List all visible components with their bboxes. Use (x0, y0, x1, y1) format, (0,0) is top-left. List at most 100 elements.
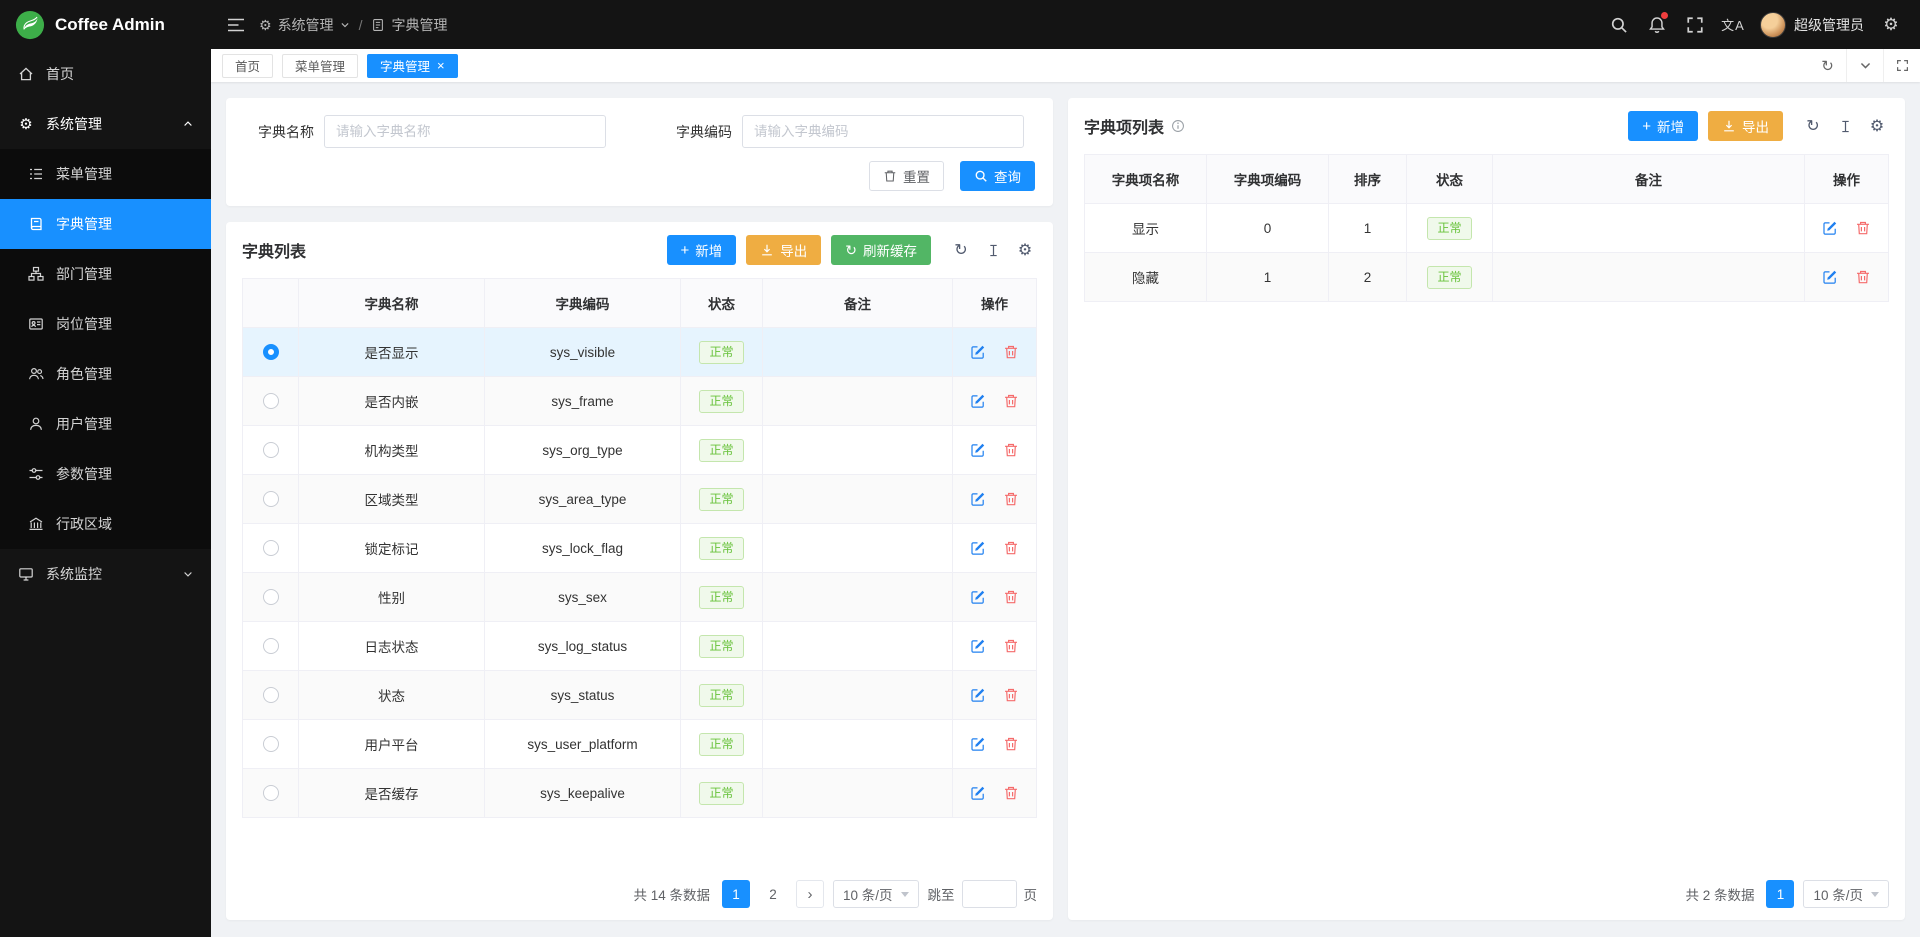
col-ops: 操作 (953, 279, 1037, 328)
fullscreen-button[interactable] (1676, 0, 1714, 49)
delete-icon[interactable] (1003, 540, 1019, 556)
delete-icon[interactable] (1003, 638, 1019, 654)
table-density-button[interactable] (981, 238, 1005, 262)
table-row[interactable]: 性别 sys_sex 正常 (243, 573, 1037, 622)
tab-dict-management[interactable]: 字典管理 × (367, 54, 458, 78)
content-fullscreen-button[interactable] (1883, 49, 1920, 82)
edit-icon[interactable] (970, 638, 986, 654)
table-row[interactable]: 锁定标记 sys_lock_flag 正常 (243, 524, 1037, 573)
edit-icon[interactable] (970, 785, 986, 801)
search-button[interactable] (1600, 0, 1638, 49)
sidebar-item-role-management[interactable]: 角色管理 (0, 349, 211, 399)
refresh-table-button[interactable]: ↻ (949, 238, 973, 262)
row-radio[interactable] (263, 589, 279, 605)
add-dict-item-button[interactable]: + 新增 (1628, 111, 1698, 141)
table-row[interactable]: 隐藏 1 2 正常 (1085, 253, 1889, 302)
row-radio[interactable] (263, 785, 279, 801)
sidebar-item-user-management[interactable]: 用户管理 (0, 399, 211, 449)
table-row[interactable]: 区域类型 sys_area_type 正常 (243, 475, 1037, 524)
page-size-select[interactable]: 10 条/页 (1803, 880, 1889, 908)
delete-icon[interactable] (1003, 344, 1019, 360)
sidebar-item-dict-management[interactable]: 字典管理 (0, 199, 211, 249)
row-radio[interactable] (263, 491, 279, 507)
edit-icon[interactable] (970, 442, 986, 458)
sidebar-item-post-management[interactable]: 岗位管理 (0, 299, 211, 349)
table-row[interactable]: 是否显示 sys_visible 正常 (243, 328, 1037, 377)
edit-icon[interactable] (970, 736, 986, 752)
row-radio[interactable] (263, 687, 279, 703)
table-row[interactable]: 日志状态 sys_log_status 正常 (243, 622, 1037, 671)
edit-icon[interactable] (970, 491, 986, 507)
table-row[interactable]: 机构类型 sys_org_type 正常 (243, 426, 1037, 475)
edit-icon[interactable] (970, 589, 986, 605)
page-size-select[interactable]: 10 条/页 (833, 880, 919, 908)
sidebar-item-param-management[interactable]: 参数管理 (0, 449, 211, 499)
delete-icon[interactable] (1003, 785, 1019, 801)
add-dict-button[interactable]: + 新增 (667, 235, 737, 265)
add-label: 新增 (695, 240, 722, 260)
notifications-button[interactable] (1638, 0, 1676, 49)
user-menu[interactable]: 超级管理员 (1752, 12, 1872, 38)
page-button-1[interactable]: 1 (722, 880, 750, 908)
sidebar-item-menu-management[interactable]: 菜单管理 (0, 149, 211, 199)
tab-options-button[interactable] (1846, 49, 1883, 82)
reset-button[interactable]: 重置 (869, 161, 944, 191)
delete-icon[interactable] (1003, 687, 1019, 703)
search-icon (974, 169, 988, 183)
delete-icon[interactable] (1855, 269, 1871, 285)
row-radio[interactable] (263, 344, 279, 360)
sidebar-item-system-management[interactable]: ⚙ 系统管理 (0, 99, 211, 149)
delete-icon[interactable] (1003, 393, 1019, 409)
breadcrumb-system-management[interactable]: ⚙ 系统管理 (259, 15, 350, 35)
app-logo[interactable]: Coffee Admin (0, 0, 211, 49)
row-radio[interactable] (263, 540, 279, 556)
sidebar-item-system-monitor[interactable]: 系统监控 (0, 549, 211, 599)
row-radio[interactable] (263, 638, 279, 654)
sidebar-item-admin-region[interactable]: 行政区域 (0, 499, 211, 549)
clear-icon (883, 169, 897, 183)
table-row[interactable]: 是否内嵌 sys_frame 正常 (243, 377, 1037, 426)
refresh-cache-button[interactable]: ↻ 刷新缓存 (831, 235, 931, 265)
delete-icon[interactable] (1003, 589, 1019, 605)
translate-button[interactable]: 文A (1714, 0, 1752, 49)
table-row[interactable]: 状态 sys_status 正常 (243, 671, 1037, 720)
page-button-1[interactable]: 1 (1766, 880, 1794, 908)
dict-name-input[interactable] (324, 115, 606, 148)
tab-home[interactable]: 首页 (222, 54, 273, 78)
table-row[interactable]: 用户平台 sys_user_platform 正常 (243, 720, 1037, 769)
table-density-button[interactable] (1833, 114, 1857, 138)
delete-icon[interactable] (1003, 442, 1019, 458)
row-radio[interactable] (263, 442, 279, 458)
settings-button[interactable]: ⚙ (1872, 0, 1910, 49)
tab-menu-management[interactable]: 菜单管理 (282, 54, 358, 78)
delete-icon[interactable] (1003, 736, 1019, 752)
edit-icon[interactable] (970, 344, 986, 360)
close-icon[interactable]: × (437, 59, 445, 72)
row-radio[interactable] (263, 736, 279, 752)
edit-icon[interactable] (970, 540, 986, 556)
table-settings-button[interactable]: ⚙ (1865, 114, 1889, 138)
edit-icon[interactable] (970, 687, 986, 703)
breadcrumb-dict-management[interactable]: 字典管理 (371, 15, 447, 35)
table-row[interactable]: 显示 0 1 正常 (1085, 204, 1889, 253)
refresh-tabs-button[interactable]: ↻ (1809, 49, 1846, 82)
delete-icon[interactable] (1003, 491, 1019, 507)
table-settings-button[interactable]: ⚙ (1013, 238, 1037, 262)
sidebar-item-dept-management[interactable]: 部门管理 (0, 249, 211, 299)
export-dict-item-button[interactable]: 导出 (1708, 111, 1783, 141)
delete-icon[interactable] (1855, 220, 1871, 236)
row-radio[interactable] (263, 393, 279, 409)
edit-icon[interactable] (1822, 269, 1838, 285)
jump-page-input[interactable] (962, 880, 1017, 908)
dict-code-input[interactable] (742, 115, 1024, 148)
page-button-2[interactable]: 2 (759, 880, 787, 908)
sidebar-item-home[interactable]: 首页 (0, 49, 211, 99)
query-button[interactable]: 查询 (960, 161, 1035, 191)
table-row[interactable]: 是否缓存 sys_keepalive 正常 (243, 769, 1037, 818)
next-page-button[interactable]: › (796, 880, 824, 908)
refresh-table-button[interactable]: ↻ (1801, 114, 1825, 138)
collapse-sidebar-button[interactable] (217, 0, 255, 49)
edit-icon[interactable] (1822, 220, 1838, 236)
export-dict-button[interactable]: 导出 (746, 235, 821, 265)
edit-icon[interactable] (970, 393, 986, 409)
